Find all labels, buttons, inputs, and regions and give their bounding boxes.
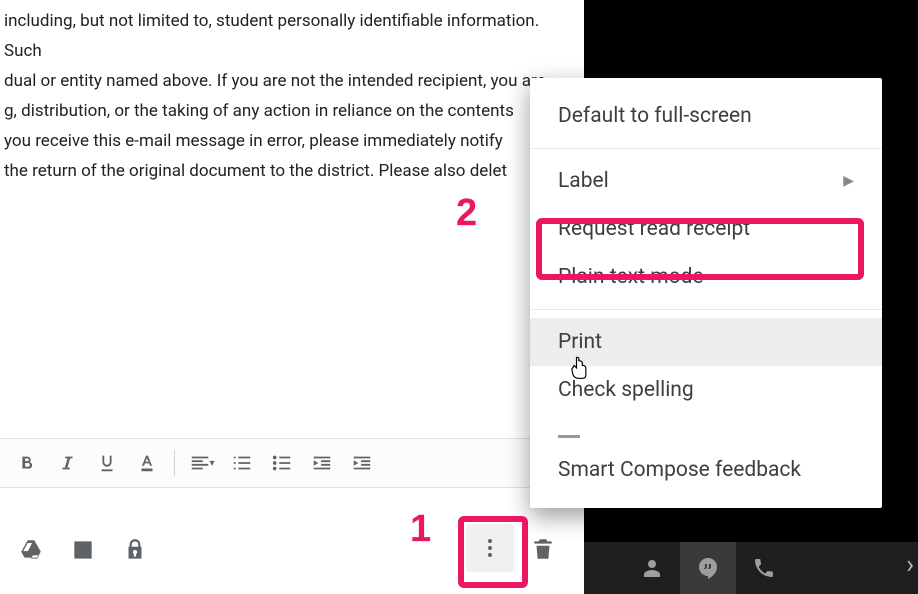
- confidential-mode-icon[interactable]: [120, 535, 150, 565]
- phone-icon[interactable]: [736, 542, 792, 594]
- drive-icon[interactable]: [16, 535, 46, 565]
- menu-separator: [530, 148, 882, 149]
- menu-plain-text-mode[interactable]: Plain text mode: [530, 253, 882, 301]
- menu-request-read-receipt[interactable]: Request read receipt: [530, 205, 882, 253]
- discard-draft-icon[interactable]: [530, 536, 558, 564]
- menu-separator: [530, 309, 882, 310]
- align-button[interactable]: ▾: [185, 446, 219, 480]
- menu-check-spelling[interactable]: Check spelling: [530, 366, 882, 414]
- contacts-icon[interactable]: [624, 542, 680, 594]
- bullet-list-button[interactable]: [265, 446, 299, 480]
- menu-print[interactable]: Print: [530, 318, 882, 366]
- compose-window: including, but not limited to, student p…: [0, 0, 584, 594]
- text-color-button[interactable]: [130, 446, 164, 480]
- italic-button[interactable]: [50, 446, 84, 480]
- bold-button[interactable]: [10, 446, 44, 480]
- numbered-list-button[interactable]: [225, 446, 259, 480]
- hangouts-bar: [584, 542, 918, 594]
- menu-label: Default to full-screen: [558, 104, 752, 128]
- menu-label: Check spelling: [558, 378, 694, 402]
- menu-default-fullscreen[interactable]: Default to full-screen: [530, 92, 882, 140]
- body-line: including, but not limited to, student p…: [4, 6, 580, 66]
- underline-button[interactable]: [90, 446, 124, 480]
- indent-less-button[interactable]: [305, 446, 339, 480]
- body-line: you receive this e-mail message in error…: [4, 126, 580, 156]
- annotation-step-2: 2: [456, 192, 477, 235]
- hangouts-icon[interactable]: [680, 542, 736, 594]
- annotation-step-1: 1: [410, 508, 431, 551]
- body-line: dual or entity named above. If you are n…: [4, 66, 580, 96]
- separator: [174, 450, 175, 476]
- menu-label: Smart Compose feedback: [558, 458, 801, 482]
- menu-label-item[interactable]: Label ▶: [530, 157, 882, 205]
- menu-dashes: [530, 414, 882, 446]
- menu-label: Print: [558, 330, 602, 354]
- more-options-menu: Default to full-screen Label ▶ Request re…: [530, 78, 882, 508]
- menu-label: Plain text mode: [558, 265, 704, 289]
- more-options-button[interactable]: [466, 524, 514, 572]
- email-body[interactable]: including, but not limited to, student p…: [0, 0, 584, 192]
- body-line: g, distribution, or the taking of any ac…: [4, 96, 580, 126]
- body-line: the return of the original document to t…: [4, 156, 580, 186]
- insert-photo-icon[interactable]: [68, 535, 98, 565]
- chevron-right-icon: ▶: [843, 173, 854, 189]
- indent-more-button[interactable]: [345, 446, 379, 480]
- menu-label: Label: [558, 169, 609, 193]
- menu-label: Request read receipt: [558, 217, 750, 241]
- chevron-right-icon[interactable]: ›: [906, 550, 914, 580]
- format-toolbar: ▾: [0, 438, 584, 488]
- menu-smart-compose-feedback[interactable]: Smart Compose feedback: [530, 446, 882, 494]
